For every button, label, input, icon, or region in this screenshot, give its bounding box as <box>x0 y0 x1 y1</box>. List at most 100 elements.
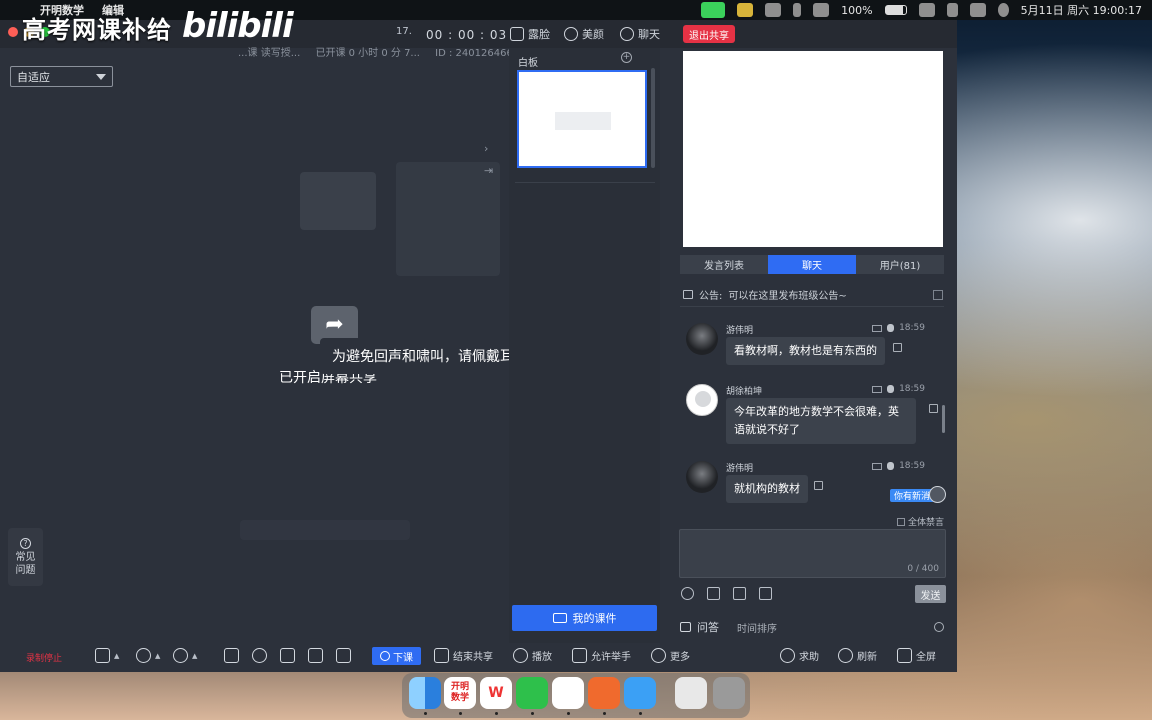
beauty-button[interactable]: 美颜 <box>564 26 604 42</box>
collapse-qa-icon[interactable] <box>934 622 944 632</box>
copy-icon[interactable] <box>814 481 823 490</box>
refresh-label: 刷新 <box>857 652 877 663</box>
running-indicator <box>639 712 642 715</box>
face-toggle-button[interactable]: 露脸 <box>510 26 550 42</box>
end-share-button[interactable]: 结束共享 <box>434 648 493 663</box>
caret-up-icon[interactable]: ▲ <box>114 652 119 660</box>
app-5-icon[interactable] <box>588 677 620 709</box>
apple-icon <box>887 462 895 470</box>
panel-collapse-controls[interactable]: › ⇥ <box>484 138 493 182</box>
whiteboard-thumbnail[interactable] <box>517 70 647 168</box>
send-button[interactable]: 发送 <box>915 585 946 603</box>
qa-label[interactable]: 问答 <box>697 619 719 635</box>
close-window-button[interactable] <box>8 27 18 37</box>
message-time: 18:59 <box>899 384 925 394</box>
scroll-to-new-icon[interactable] <box>929 486 946 503</box>
chat-message: 游伟明 18:59 看教材啊，教材也是有东西的 <box>686 323 941 367</box>
allow-raise-hand-button[interactable]: 允许举手 <box>572 648 631 663</box>
stop-share-button[interactable]: 退出共享 <box>683 25 735 43</box>
preview-icon[interactable] <box>675 677 707 709</box>
apple-icon[interactable] <box>10 4 22 16</box>
copy-icon[interactable] <box>893 343 902 352</box>
play-button[interactable]: 播放 <box>513 648 552 663</box>
faq-button[interactable]: ? 常见 问题 <box>8 528 43 586</box>
end-class-button[interactable]: 下课 <box>372 647 421 665</box>
screenshot-icon[interactable] <box>759 587 772 600</box>
my-courseware-button[interactable]: 我的课件 <box>512 605 657 631</box>
wechat-icon[interactable] <box>516 677 548 709</box>
face-icon <box>510 27 524 41</box>
teacher-video-box[interactable] <box>683 51 943 247</box>
message-meta: 18:59 <box>872 323 925 333</box>
wps-icon[interactable]: W <box>480 677 512 709</box>
mute-all-toggle[interactable]: 全体禁言 <box>897 515 944 528</box>
quick-reply-icon[interactable] <box>733 587 746 600</box>
trash-icon[interactable] <box>713 677 745 709</box>
finder-icon[interactable] <box>409 677 441 709</box>
control-center-icon[interactable] <box>969 3 986 17</box>
caret-up-icon[interactable]: ▲ <box>192 652 197 660</box>
tab-users[interactable]: 用户(81) <box>856 255 944 274</box>
chat-input[interactable]: 0 / 400 <box>679 529 946 578</box>
add-whiteboard-icon[interactable]: + <box>621 52 632 63</box>
safari-icon[interactable] <box>624 677 656 709</box>
message-bubble: 就机构的教材 <box>726 475 808 503</box>
apple-icon <box>887 324 895 332</box>
avatar[interactable] <box>686 323 718 355</box>
wps-status-icon[interactable] <box>737 3 754 17</box>
more-button[interactable]: 更多 <box>651 648 690 663</box>
chat-toggle-label: 聊天 <box>638 28 660 41</box>
chevron-right-icon[interactable]: › <box>484 138 493 160</box>
tab-speaker-list[interactable]: 发言列表 <box>680 255 768 274</box>
siri-icon[interactable] <box>997 3 1009 17</box>
spotlight-search-icon[interactable] <box>946 3 958 17</box>
app-4-icon[interactable] <box>552 677 584 709</box>
edit-icon[interactable] <box>933 289 943 300</box>
cut-button[interactable] <box>336 648 351 663</box>
emoji-icon[interactable] <box>681 587 694 600</box>
avatar[interactable] <box>686 384 718 416</box>
copy-icon[interactable] <box>929 404 938 413</box>
caret-up-icon[interactable]: ▲ <box>155 652 160 660</box>
new-message-badge[interactable]: 你有新消 <box>890 489 935 502</box>
chat-toggle-button[interactable]: 聊天 <box>620 26 660 42</box>
shield-button[interactable] <box>280 648 295 663</box>
menubar-status-area: 100% 5月11日 周六 19:00:17 <box>701 2 1142 18</box>
microphone-button[interactable]: ▲ <box>136 648 160 663</box>
battery-icon[interactable] <box>884 5 907 15</box>
help-button[interactable]: 求助 <box>780 648 819 663</box>
fit-mode-select[interactable]: 自适应 <box>10 66 113 87</box>
bluetooth-icon[interactable] <box>793 3 802 17</box>
whiteboard-scrollbar[interactable] <box>651 68 655 168</box>
qa-sort[interactable]: 时间排序 <box>737 620 777 635</box>
fullscreen-button[interactable]: 全屏 <box>897 648 936 663</box>
collapse-panel-icon[interactable]: ⇥ <box>484 160 493 182</box>
wifi-icon[interactable] <box>918 3 935 17</box>
image-icon[interactable] <box>707 587 720 600</box>
speaker-icon <box>95 648 110 663</box>
mute-all-checkbox[interactable] <box>897 517 905 526</box>
message-time: 18:59 <box>899 461 925 471</box>
tab-chat[interactable]: 聊天 <box>768 255 856 274</box>
wechat-status-icon[interactable] <box>765 3 782 17</box>
monitor-icon <box>434 648 449 663</box>
share-arrow-icon: ➦ <box>325 312 344 337</box>
announcement-text: 可以在这里发布班级公告~ <box>728 291 847 302</box>
settings-button[interactable] <box>252 648 267 663</box>
message-bubble: 今年改革的地方数学不会很难，英语就说不好了 <box>726 398 916 444</box>
screen-button[interactable] <box>224 648 239 663</box>
message-meta: 18:59 <box>872 461 925 471</box>
input-method-icon[interactable] <box>813 3 830 17</box>
speaker-volume-button[interactable]: ▲ <box>95 648 119 663</box>
video-watermark-text: 高考网课补给 <box>22 16 172 44</box>
menubar-datetime[interactable]: 5月11日 周六 19:00:17 <box>1021 2 1142 18</box>
security-button[interactable] <box>308 648 323 663</box>
chat-scrollbar[interactable] <box>942 405 945 433</box>
camera-button[interactable]: ▲ <box>173 648 197 663</box>
kaiming-math-app-icon[interactable]: 开明 数学 <box>444 677 476 709</box>
avatar[interactable] <box>686 461 718 493</box>
refresh-button[interactable]: 刷新 <box>838 648 877 663</box>
end-class-icon <box>380 651 390 661</box>
beauty-icon <box>564 27 578 41</box>
facetime-status-icon[interactable] <box>701 2 726 18</box>
